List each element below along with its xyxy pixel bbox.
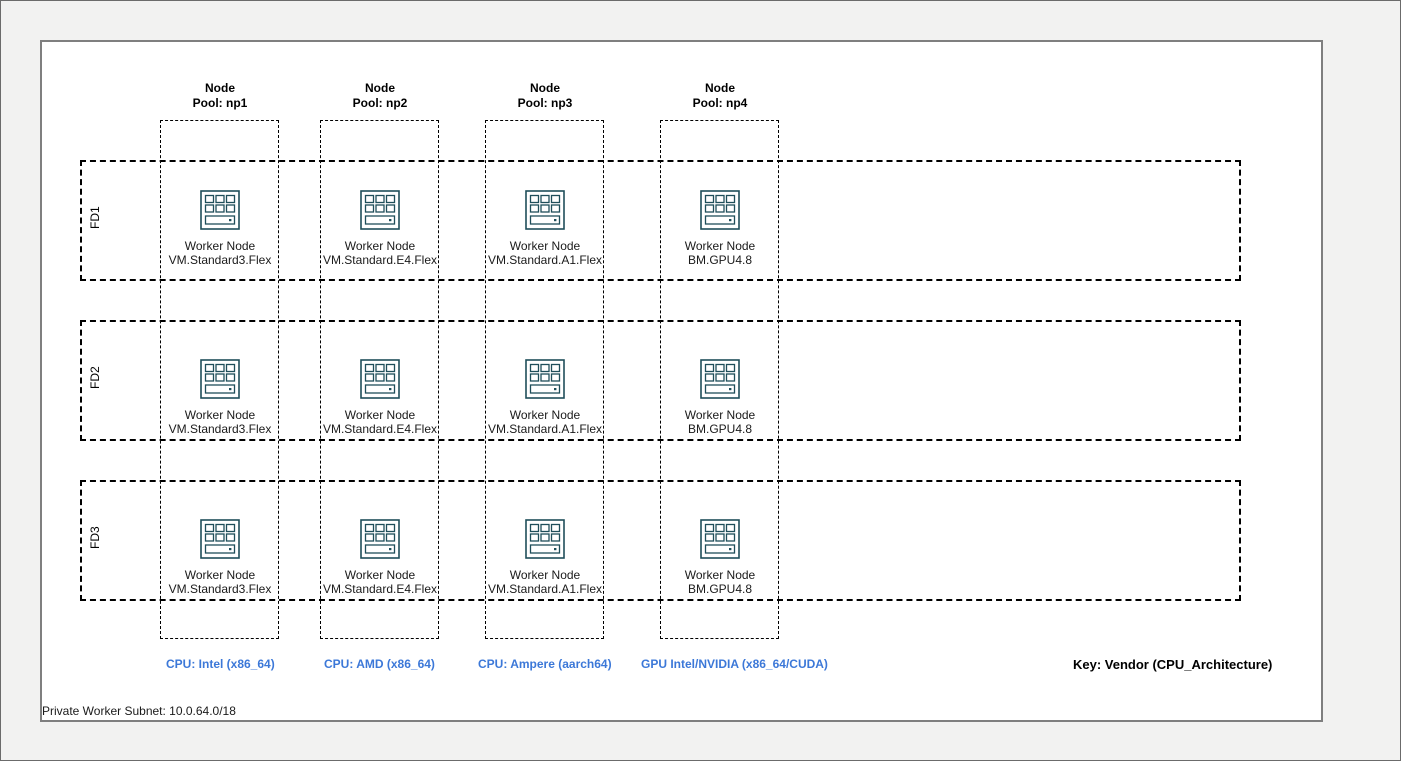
worker-node-label: Worker Node — [684, 568, 756, 582]
server-rack-icon — [525, 519, 565, 559]
pool-header-line2: Pool: np1 — [192, 96, 248, 110]
worker-node-label: Worker Node — [344, 239, 416, 253]
worker-node-shape: VM.Standard.A1.Flex — [487, 582, 603, 596]
fault-domain-label: FD3 — [88, 526, 102, 549]
server-rack-icon — [360, 190, 400, 230]
server-rack-icon — [700, 190, 740, 230]
server-rack-icon — [200, 519, 240, 559]
pool-header-np3: Node Pool: np3 — [485, 81, 605, 111]
worker-node-shape: BM.GPU4.8 — [687, 253, 753, 267]
pool-header-line2: Pool: np4 — [692, 96, 748, 110]
pool-header-line1: Node — [365, 81, 395, 95]
worker-node-shape: VM.Standard.E4.Flex — [322, 422, 438, 436]
fault-domain-label: FD2 — [88, 366, 102, 389]
worker-node-shape: VM.Standard.A1.Flex — [487, 422, 603, 436]
worker-node-label: Worker Node — [509, 408, 581, 422]
pool-header-line1: Node — [530, 81, 560, 95]
worker-node-label: Worker Node — [344, 408, 416, 422]
subnet-label: Private Worker Subnet: 10.0.64.0/18 — [42, 704, 236, 718]
worker-node-shape: VM.Standard.E4.Flex — [322, 253, 438, 267]
server-rack-icon — [360, 519, 400, 559]
worker-node-shape: BM.GPU4.8 — [687, 582, 753, 596]
pool-header-line2: Pool: np3 — [517, 96, 573, 110]
worker-node-label: Worker Node — [509, 568, 581, 582]
server-rack-icon — [525, 359, 565, 399]
worker-node-label: Worker Node — [684, 408, 756, 422]
worker-node-label: Worker Node — [684, 239, 756, 253]
cpu-label-np3: CPU: Ampere (aarch64) — [478, 657, 612, 671]
pool-header-np2: Node Pool: np2 — [320, 81, 440, 111]
cpu-label-np1: CPU: Intel (x86_64) — [166, 657, 275, 671]
worker-node-shape: VM.Standard.E4.Flex — [322, 582, 438, 596]
server-rack-icon — [200, 359, 240, 399]
worker-node-shape: BM.GPU4.8 — [687, 422, 753, 436]
pool-header-line1: Node — [205, 81, 235, 95]
cpu-label-np4: GPU Intel/NVIDIA (x86_64/CUDA) — [641, 657, 828, 671]
server-rack-icon — [700, 519, 740, 559]
worker-node-shape: VM.Standard3.Flex — [168, 253, 272, 267]
pool-header-np4: Node Pool: np4 — [660, 81, 780, 111]
worker-node-label: Worker Node — [184, 239, 256, 253]
cpu-label-np2: CPU: AMD (x86_64) — [324, 657, 435, 671]
pool-header-np1: Node Pool: np1 — [160, 81, 280, 111]
worker-node-label: Worker Node — [184, 568, 256, 582]
legend-key: Key: Vendor (CPU_Architecture) — [1073, 657, 1273, 672]
pool-header-line2: Pool: np2 — [352, 96, 408, 110]
worker-node-shape: VM.Standard3.Flex — [168, 582, 272, 596]
worker-node-shape: VM.Standard.A1.Flex — [487, 253, 603, 267]
worker-node-label: Worker Node — [184, 408, 256, 422]
worker-node-label: Worker Node — [509, 239, 581, 253]
fault-domain-label: FD1 — [88, 206, 102, 229]
pool-header-line1: Node — [705, 81, 735, 95]
server-rack-icon — [360, 359, 400, 399]
server-rack-icon — [200, 190, 240, 230]
worker-node-label: Worker Node — [344, 568, 416, 582]
worker-node-shape: VM.Standard3.Flex — [168, 422, 272, 436]
server-rack-icon — [525, 190, 565, 230]
server-rack-icon — [700, 359, 740, 399]
